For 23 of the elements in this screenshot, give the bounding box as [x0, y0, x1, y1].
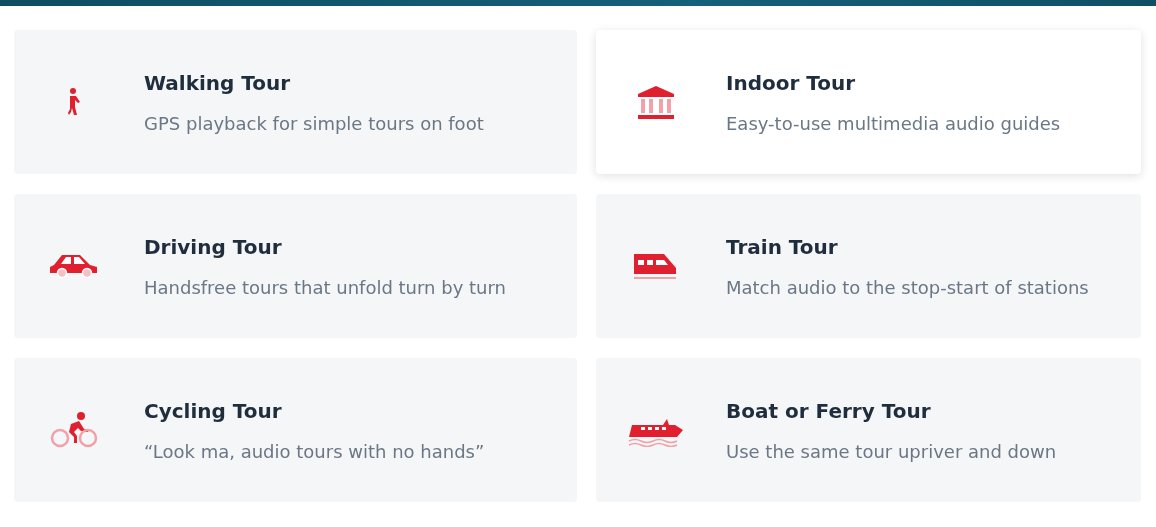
- tour-description: Handsfree tours that unfold turn by turn: [144, 276, 506, 298]
- tour-card[interactable]: Train Tour Match audio to the stop-start of stations: [596, 194, 1141, 338]
- cyclist-icon: [49, 412, 99, 448]
- tour-title: Indoor Tour: [726, 70, 857, 95]
- tour-title: Cycling Tour: [144, 398, 283, 423]
- building-icon: [636, 84, 676, 120]
- tour-title: Walking Tour: [144, 70, 292, 95]
- tour-description: Use the same tour upriver and down: [726, 440, 1057, 462]
- tour-description: Match audio to the stop-start of stations: [726, 276, 1089, 298]
- tour-card[interactable]: Boat or Ferry Tour Use the same tour upriver and down: [596, 358, 1141, 502]
- tour-card[interactable]: Cycling Tour “Look ma, audio tours with no hands”: [14, 358, 577, 502]
- tour-title: Driving Tour: [144, 234, 283, 259]
- tour-card[interactable]: Indoor Tour Easy-to-use multimedia audio guides: [596, 30, 1141, 174]
- tour-card[interactable]: Driving Tour Handsfree tours that unfold turn by turn: [14, 194, 577, 338]
- train-icon: [634, 252, 678, 280]
- tour-title: Boat or Ferry Tour: [726, 398, 932, 423]
- tour-title: Train Tour: [726, 234, 839, 259]
- car-icon: [48, 253, 100, 279]
- tour-description: Easy-to-use multimedia audio guides: [726, 112, 1061, 134]
- tour-description: GPS playback for simple tours on foot: [144, 112, 484, 134]
- tour-card[interactable]: Walking Tour GPS playback for simple tours on foot: [14, 30, 577, 174]
- walking-person-icon: [66, 88, 82, 116]
- tour-description: “Look ma, audio tours with no hands”: [144, 440, 485, 462]
